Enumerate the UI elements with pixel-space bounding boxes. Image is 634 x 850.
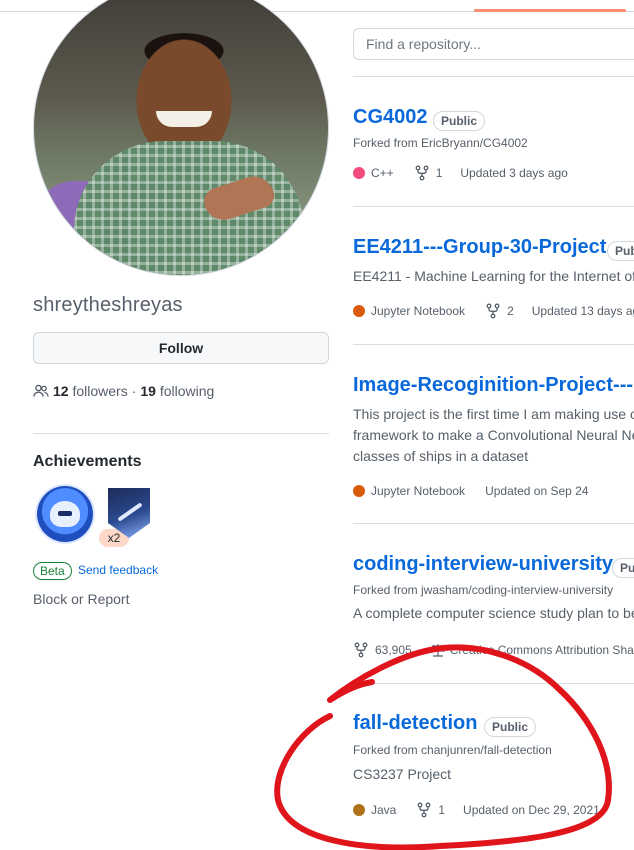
repo-meta: 63,905 Creative Commons Attribution Shar xyxy=(353,642,634,658)
repo-updated: Updated on Sep 24 xyxy=(485,484,589,498)
visibility-badge: Public xyxy=(484,717,537,737)
repo-divider xyxy=(353,683,634,684)
repo-language: Jupyter Notebook xyxy=(371,304,466,318)
license-text: Creative Commons Attribution Shar xyxy=(449,643,634,657)
fork-icon xyxy=(417,802,431,818)
repo-list-divider xyxy=(353,76,634,77)
visibility-badge: Public xyxy=(433,111,486,131)
repo-meta: Java 1 Updated on Dec 29, 2021 xyxy=(353,802,600,818)
forked-from-text[interactable]: Forked from jwasham/coding-interview-uni… xyxy=(353,583,613,597)
people-icon xyxy=(33,384,49,397)
repo-language: C++ xyxy=(371,166,394,180)
follow-stats: 12 followers · 19 following xyxy=(33,383,214,399)
fork-count-link[interactable]: 1 xyxy=(416,802,445,818)
repo-name-link[interactable]: fall-detection xyxy=(353,712,477,735)
fork-icon xyxy=(354,642,368,658)
visibility-badge: Pu xyxy=(612,558,634,578)
followers-count: 12 xyxy=(53,383,69,399)
username: shreytheshreyas xyxy=(33,294,183,316)
avatar[interactable] xyxy=(33,0,329,276)
repo-updated: Updated on Dec 29, 2021 xyxy=(463,803,600,817)
repo-updated: Updated 13 days ago xyxy=(531,304,634,318)
fork-count: 1 xyxy=(438,803,446,817)
repo-language: Java xyxy=(371,803,397,817)
fork-count: 2 xyxy=(507,304,514,318)
sidebar-divider xyxy=(33,433,329,434)
fork-count-link[interactable]: 2 xyxy=(485,303,514,319)
fork-icon xyxy=(415,165,429,181)
followers-label: followers xyxy=(72,383,128,399)
beta-label: Beta xyxy=(33,562,72,580)
repo-meta: C++ 1 Updated 3 days ago xyxy=(353,165,568,181)
find-repository-input[interactable] xyxy=(353,28,634,60)
repo-meta: Jupyter Notebook 2 Updated 13 days ago xyxy=(353,303,634,319)
avatar-shirt xyxy=(74,141,304,275)
fork-icon xyxy=(486,303,500,319)
repo-name-link[interactable]: coding-interview-university xyxy=(353,553,613,576)
followers-link[interactable]: 12 followers xyxy=(53,383,128,399)
language-color-dot xyxy=(353,804,365,816)
following-label: following xyxy=(159,383,215,399)
repo-description: This project is the first time I am maki… xyxy=(353,406,634,464)
shark-icon xyxy=(50,501,80,527)
achievements-title: Achievements xyxy=(33,453,142,470)
repo-description: CS3237 Project xyxy=(353,766,452,782)
repo-updated: Updated 3 days ago xyxy=(460,166,568,180)
forked-from-text[interactable]: Forked from chanjunren/fall-detection xyxy=(353,743,552,757)
repo-name-link[interactable]: CG4002 xyxy=(353,106,428,129)
repo-divider xyxy=(353,523,634,524)
forked-from-text[interactable]: Forked from EricBryann/CG4002 xyxy=(353,136,528,150)
achievement-shark-badge-icon[interactable] xyxy=(37,486,93,542)
profile-page: shreytheshreyas Follow 12 followers · 19… xyxy=(0,0,634,850)
repo-divider xyxy=(353,344,634,345)
fork-count: 63,905 xyxy=(375,643,412,657)
send-feedback-link[interactable]: Send feedback xyxy=(78,563,158,577)
repo-meta: Jupyter Notebook Updated on Sep 24 xyxy=(353,484,588,498)
language-color-dot xyxy=(353,305,365,317)
language-color-dot xyxy=(353,485,365,497)
fork-count: 1 xyxy=(435,166,443,180)
license-label: Creative Commons Attribution Shar xyxy=(430,642,634,658)
repo-language: Jupyter Notebook xyxy=(371,484,466,498)
repo-name-link[interactable]: EE4211---Group-30-Project xyxy=(353,236,606,259)
block-or-report-link[interactable]: Block or Report xyxy=(33,591,129,607)
fork-count-link[interactable]: 1 xyxy=(414,165,443,181)
fork-count-link[interactable]: 63,905 xyxy=(353,642,412,658)
avatar-smile xyxy=(156,111,212,127)
repo-name-link[interactable]: Image-Recoginition-Project---L xyxy=(353,374,634,397)
language-color-dot xyxy=(353,167,365,179)
repo-description: A complete computer science study plan t… xyxy=(353,605,634,621)
repo-divider xyxy=(353,206,634,207)
nav-active-tab-underline xyxy=(474,9,626,12)
repo-description: EE4211 - Machine Learning for the Intern… xyxy=(353,268,634,284)
follow-button[interactable]: Follow xyxy=(33,332,329,364)
stats-separator: · xyxy=(131,383,137,399)
law-icon xyxy=(430,644,445,657)
following-link[interactable]: 19 following xyxy=(140,383,214,399)
following-count: 19 xyxy=(140,383,156,399)
visibility-badge: Public xyxy=(607,241,634,261)
